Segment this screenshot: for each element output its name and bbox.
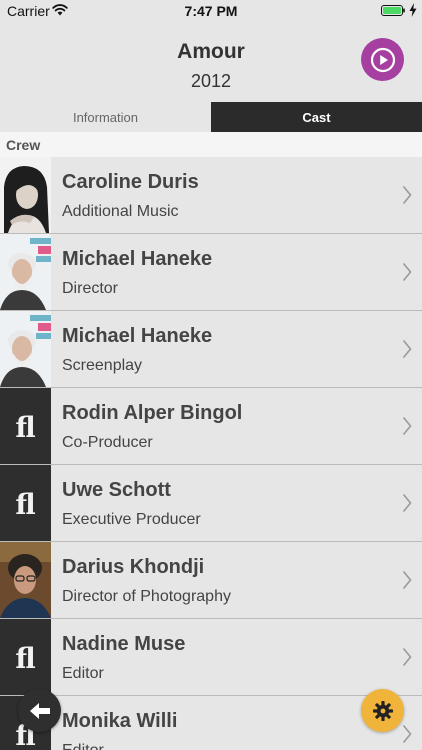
battery-icon bbox=[381, 5, 405, 16]
crew-role: Editor bbox=[62, 742, 104, 750]
chevron-right-icon bbox=[402, 262, 412, 282]
segmented-tabs: Information Cast bbox=[0, 102, 422, 132]
chevron-right-icon bbox=[402, 493, 412, 513]
svg-text:fl: fl bbox=[15, 411, 35, 444]
chevron-right-icon bbox=[402, 724, 412, 744]
crew-photo-placeholder: fl bbox=[0, 465, 51, 541]
crew-photo bbox=[0, 157, 51, 233]
crew-row[interactable]: fl Rodin Alper Bingol Co-Producer bbox=[0, 388, 422, 465]
section-header-label: Crew bbox=[6, 137, 41, 153]
settings-button[interactable] bbox=[361, 689, 404, 732]
chevron-right-icon bbox=[402, 185, 412, 205]
crew-name: Michael Haneke bbox=[62, 248, 213, 270]
crew-role: Executive Producer bbox=[62, 511, 201, 528]
crew-row[interactable]: Michael Haneke Director bbox=[0, 234, 422, 311]
crew-name: Nadine Muse bbox=[62, 633, 186, 655]
tab-information[interactable]: Information bbox=[0, 102, 211, 132]
chevron-right-icon bbox=[402, 339, 412, 359]
status-time: 7:47 PM bbox=[184, 3, 238, 19]
movie-title: Amour bbox=[177, 40, 245, 63]
chevron-right-icon bbox=[402, 570, 412, 590]
crew-role: Director of Photography bbox=[62, 588, 231, 605]
play-trailer-button[interactable] bbox=[361, 38, 404, 81]
crew-photo-placeholder: fl bbox=[0, 388, 51, 464]
crew-role: Co-Producer bbox=[62, 434, 153, 451]
crew-photo-placeholder: fl bbox=[0, 619, 51, 695]
crew-role: Editor bbox=[62, 665, 104, 682]
crew-row[interactable]: Darius Khondji Director of Photography bbox=[0, 542, 422, 619]
status-bar: Carrier 7:47 PM bbox=[0, 0, 422, 22]
crew-name: Michael Haneke bbox=[62, 325, 213, 347]
charging-icon bbox=[409, 3, 417, 17]
crew-row[interactable]: fl Nadine Muse Editor bbox=[0, 619, 422, 696]
crew-list: Caroline Duris Additional Music Michael … bbox=[0, 157, 422, 750]
crew-name: Monika Willi bbox=[62, 710, 178, 732]
gear-icon bbox=[372, 700, 393, 721]
crew-photo bbox=[0, 234, 51, 310]
movie-year: 2012 bbox=[190, 71, 232, 91]
back-button[interactable] bbox=[18, 689, 61, 732]
crew-photo bbox=[0, 542, 51, 618]
crew-row[interactable]: fl Uwe Schott Executive Producer bbox=[0, 465, 422, 542]
crew-role: Additional Music bbox=[62, 203, 179, 220]
crew-name: Rodin Alper Bingol bbox=[62, 402, 243, 424]
crew-role: Screenplay bbox=[62, 357, 143, 374]
crew-name: Darius Khondji bbox=[62, 556, 205, 578]
svg-text:fl: fl bbox=[15, 642, 35, 675]
crew-row[interactable]: fl Monika Willi Editor bbox=[0, 696, 422, 750]
crew-role: Director bbox=[62, 280, 119, 297]
chevron-right-icon bbox=[402, 416, 412, 436]
crew-name: Uwe Schott bbox=[62, 479, 171, 501]
crew-row[interactable]: Caroline Duris Additional Music bbox=[0, 157, 422, 234]
tab-cast[interactable]: Cast bbox=[211, 102, 422, 132]
crew-photo bbox=[0, 311, 51, 387]
arrow-left-icon bbox=[29, 702, 50, 719]
crew-row[interactable]: Michael Haneke Screenplay bbox=[0, 311, 422, 388]
crew-name: Caroline Duris bbox=[62, 171, 199, 193]
section-header-crew: Crew bbox=[0, 132, 422, 157]
play-circle-icon bbox=[370, 47, 395, 72]
chevron-right-icon bbox=[402, 647, 412, 667]
svg-text:fl: fl bbox=[15, 488, 35, 521]
